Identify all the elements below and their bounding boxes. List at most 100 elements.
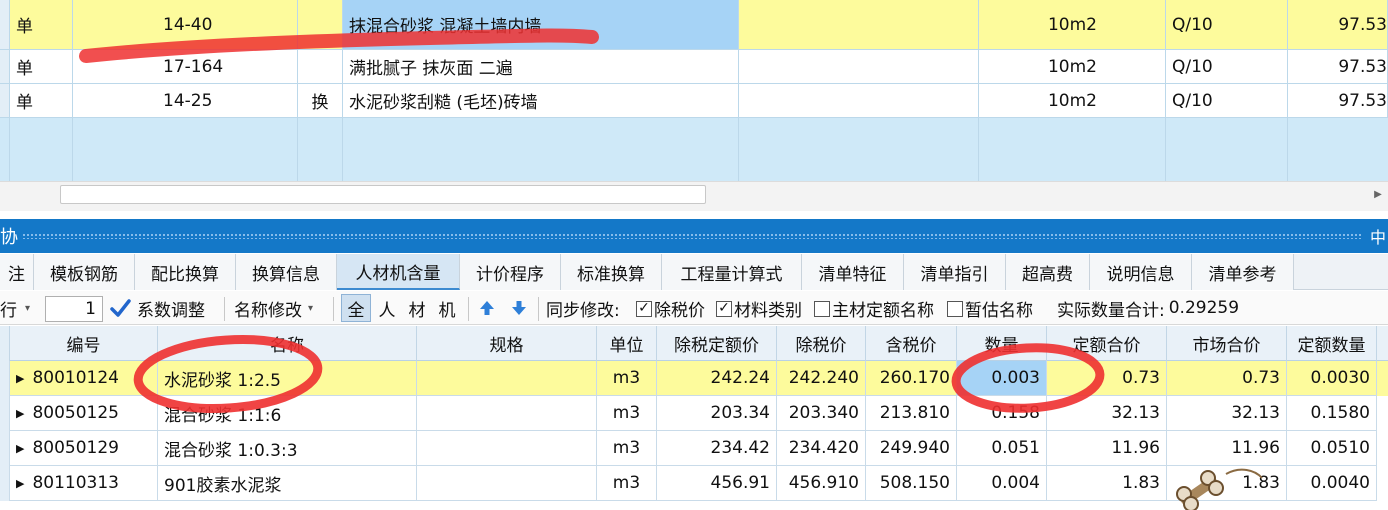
spec-cell[interactable] [739, 84, 979, 118]
tab-pricing-procedure[interactable]: 计价程序 [460, 254, 561, 290]
quota-total-cell[interactable]: 32.13 [1047, 396, 1167, 431]
pretax-price-checkbox[interactable]: ✓ 除税价 [636, 291, 705, 325]
unit-cell[interactable]: 10m2 [979, 84, 1166, 118]
coef-adjust-button[interactable]: 系数调整 [109, 291, 205, 325]
pretax-cell[interactable]: 242.240 [777, 361, 866, 396]
tab-notes[interactable]: 注 [0, 254, 34, 290]
filter-labor-button[interactable]: 人 [373, 294, 401, 322]
tab-standard-conversion[interactable]: 标准换算 [561, 254, 662, 290]
col-header-unit[interactable]: 单位 [597, 326, 657, 361]
code-cell[interactable]: 14-25 [73, 84, 298, 118]
tab-description[interactable]: 说明信息 [1090, 254, 1192, 290]
code-cell[interactable]: 17-164 [73, 50, 298, 84]
qty-expr-cell[interactable]: Q/10 [1166, 84, 1288, 118]
expand-triangle-icon[interactable]: ▶ [16, 407, 24, 420]
code-cell[interactable]: 14-40 [73, 0, 298, 50]
unit-cell[interactable]: m3 [597, 466, 657, 501]
qty-expr-cell[interactable]: Q/10 [1166, 50, 1288, 84]
name-modify-dropdown[interactable]: 名称修改 ▾ [234, 291, 313, 325]
unit-cell[interactable]: m3 [597, 396, 657, 431]
spec-cell[interactable] [417, 431, 597, 466]
taxed-cell[interactable]: 508.150 [866, 466, 957, 501]
quota-qty-cell[interactable]: 0.0040 [1287, 466, 1377, 501]
scrollbar-thumb[interactable] [60, 185, 706, 204]
flag-cell[interactable] [298, 50, 343, 84]
name-cell[interactable]: 混合砂浆 1:1:6 [158, 396, 417, 431]
qty-cell[interactable]: 0.003 [957, 361, 1047, 396]
name-cell[interactable]: 满批腻子 抹灰面 二遍 [343, 50, 739, 84]
tab-quantity-formula[interactable]: 工程量计算式 [662, 254, 802, 290]
tab-conversion-info[interactable]: 换算信息 [236, 254, 337, 290]
pretax-cell[interactable]: 234.420 [777, 431, 866, 466]
move-down-button[interactable] [510, 291, 528, 325]
expand-triangle-icon[interactable]: ▶ [16, 477, 24, 490]
qty-cell[interactable]: 0.051 [957, 431, 1047, 466]
quota-total-cell[interactable]: 1.83 [1047, 466, 1167, 501]
unit-cell[interactable]: m3 [597, 431, 657, 466]
table-row[interactable]: ▶ 80050125 混合砂浆 1:1:6 m3 203.34 203.340 2… [0, 396, 1388, 431]
move-up-button[interactable] [478, 291, 496, 325]
base-price-cell[interactable]: 242.24 [657, 361, 777, 396]
market-total-cell[interactable]: 1.83 [1167, 466, 1287, 501]
pretax-cell[interactable]: 456.910 [777, 466, 866, 501]
spec-cell[interactable] [417, 466, 597, 501]
filter-all-button[interactable]: 全 [341, 294, 371, 322]
taxed-cell[interactable]: 213.810 [866, 396, 957, 431]
col-header-pretax[interactable]: 除税价 [777, 326, 866, 361]
qty-cell[interactable]: 0.158 [957, 396, 1047, 431]
market-total-cell[interactable]: 32.13 [1167, 396, 1287, 431]
name-cell[interactable]: 水泥砂浆刮糙 (毛坯)砖墙 [343, 84, 739, 118]
estimate-name-checkbox[interactable]: 暂估名称 [947, 291, 1033, 325]
code-cell[interactable]: ▶ 80050129 [10, 431, 158, 466]
flag-cell[interactable] [298, 0, 343, 50]
panel-grip[interactable] [22, 233, 1362, 239]
taxed-cell[interactable]: 260.170 [866, 361, 957, 396]
base-price-cell[interactable]: 234.42 [657, 431, 777, 466]
table-row[interactable]: 单 14-40 抹混合砂浆 混凝土墙内墙 10m2 Q/10 97.53 [0, 0, 1388, 50]
code-cell[interactable]: ▶ 80010124 [10, 361, 158, 396]
empty-grid-area[interactable] [0, 118, 1388, 183]
base-price-cell[interactable]: 456.91 [657, 466, 777, 501]
taxed-cell[interactable]: 249.940 [866, 431, 957, 466]
market-total-cell[interactable]: 0.73 [1167, 361, 1287, 396]
tab-bill-features[interactable]: 清单特征 [802, 254, 904, 290]
quota-qty-cell[interactable]: 0.0030 [1287, 361, 1377, 396]
main-material-name-checkbox[interactable]: 主材定额名称 [814, 291, 934, 325]
tab-mix-conversion[interactable]: 配比换算 [135, 254, 236, 290]
qty-expr-cell[interactable]: Q/10 [1166, 0, 1288, 50]
unit-cell[interactable]: 10m2 [979, 0, 1166, 50]
scroll-right-icon[interactable]: ▶ [1370, 186, 1386, 202]
col-header-name[interactable]: 名称 [158, 326, 417, 361]
qty-cell[interactable]: 0.004 [957, 466, 1047, 501]
name-cell[interactable]: 抹混合砂浆 混凝土墙内墙 [343, 0, 739, 50]
spec-cell[interactable] [739, 50, 979, 84]
quota-qty-cell[interactable]: 0.1580 [1287, 396, 1377, 431]
type-cell[interactable]: 单 [10, 84, 73, 118]
filter-material-button[interactable]: 材 [403, 294, 431, 322]
col-header-qty[interactable]: 数量 [957, 326, 1047, 361]
quota-total-cell[interactable]: 11.96 [1047, 431, 1167, 466]
col-header-taxed[interactable]: 含税价 [866, 326, 957, 361]
insert-row-dropdown[interactable]: 行 ▾ [0, 291, 30, 325]
tab-formwork-rebar[interactable]: 模板钢筋 [34, 254, 135, 290]
col-header-code[interactable]: 编号 [10, 326, 158, 361]
spec-cell[interactable] [417, 396, 597, 431]
col-header-market-total[interactable]: 市场合价 [1167, 326, 1287, 361]
table-row[interactable]: 单 14-25 换 水泥砂浆刮糙 (毛坯)砖墙 10m2 Q/10 97.53 [0, 84, 1388, 118]
name-cell[interactable]: 901胶素水泥浆 [158, 466, 417, 501]
base-price-cell[interactable]: 203.34 [657, 396, 777, 431]
expand-triangle-icon[interactable]: ▶ [16, 372, 24, 385]
qty-cell[interactable]: 97.53 [1288, 84, 1388, 118]
table-row[interactable]: ▶ 80050129 混合砂浆 1:0.3:3 m3 234.42 234.420… [0, 431, 1388, 466]
market-total-cell[interactable]: 11.96 [1167, 431, 1287, 466]
tab-bill-reference[interactable]: 清单参考 [1192, 254, 1294, 290]
name-cell[interactable]: 混合砂浆 1:0.3:3 [158, 431, 417, 466]
tab-resource-content[interactable]: 人材机含量 [337, 254, 460, 290]
qty-cell[interactable]: 97.53 [1288, 50, 1388, 84]
row-count-input[interactable]: 1 [45, 296, 103, 322]
name-cell[interactable]: 水泥砂浆 1:2.5 [158, 361, 417, 396]
col-header-base-price[interactable]: 除税定额价 [657, 326, 777, 361]
filter-machine-button[interactable]: 机 [433, 294, 461, 322]
col-header-quota-total[interactable]: 定额合价 [1047, 326, 1167, 361]
flag-cell[interactable]: 换 [298, 84, 343, 118]
